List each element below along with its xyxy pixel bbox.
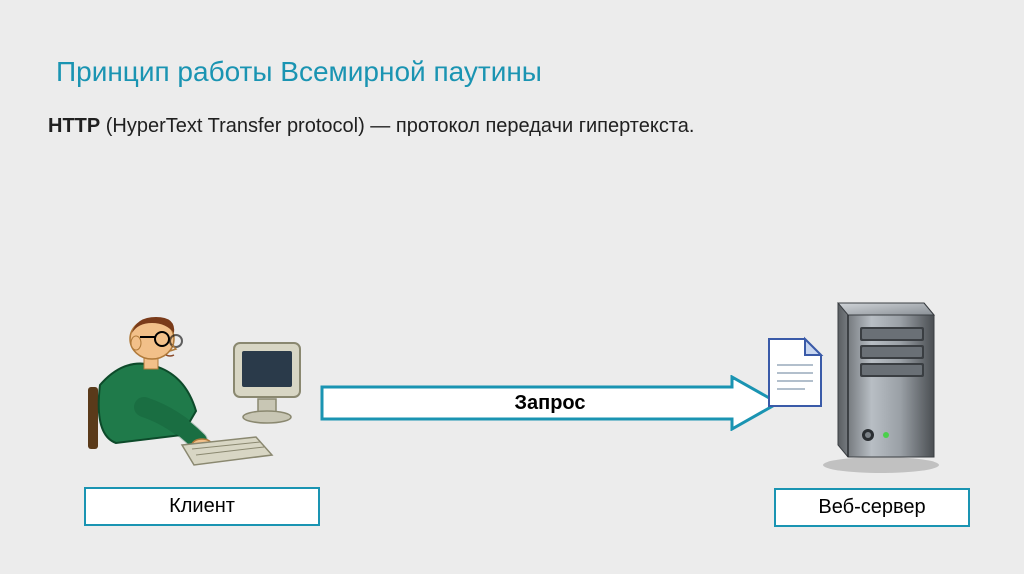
server-icon xyxy=(816,275,946,475)
client-icon xyxy=(86,315,306,475)
slide-subtitle: HTTP (HyperText Transfer protocol) — про… xyxy=(48,115,694,138)
server-label-box: Веб-сервер xyxy=(774,488,970,527)
server-label-text: Веб-сервер xyxy=(818,496,925,518)
client-label-text: Клиент xyxy=(169,495,235,517)
subtitle-text: (HyperText Transfer protocol) — протокол… xyxy=(100,115,694,137)
slide-title: Принцип работы Всемирной паутины xyxy=(56,56,542,88)
client-label-box: Клиент xyxy=(84,487,320,526)
request-arrow: Запрос xyxy=(320,375,780,431)
subtitle-acronym: HTTP xyxy=(48,115,100,137)
